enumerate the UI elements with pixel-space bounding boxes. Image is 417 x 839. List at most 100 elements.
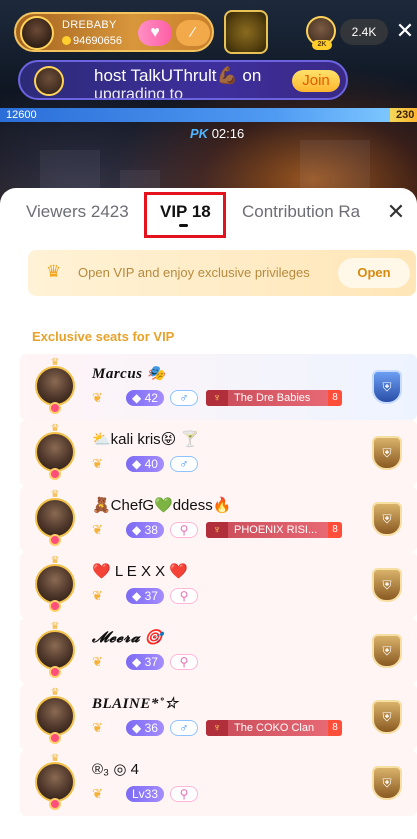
crown-icon: ♛ [46,262,62,281]
vip-row[interactable]: ♛ ⛅kali kris😝 🍸 ❦ ◆ 40 ♂ ⛨ [20,420,417,486]
avatar-frame[interactable]: ♛ [32,424,78,480]
follow-heart-button[interactable]: ♥ [138,20,172,46]
vip-rank-badge-icon: ⛨ [372,700,402,734]
fan-club-badge[interactable]: ♆ PHOENIX RISI... 8 [206,522,342,538]
gem-icon [49,798,61,810]
gem-icon [49,600,61,612]
gem-icon [49,732,61,744]
host-coins-value: 94690656 [73,35,122,47]
fan-club-level: 8 [328,522,342,538]
avatar-frame[interactable]: ♛ [32,556,78,612]
avatar-frame[interactable]: ♛ [32,688,78,744]
gender-badge: ⚲ [170,786,198,802]
pk-timer-value: 02:16 [211,126,245,141]
fan-club-badge[interactable]: ♆ The Dre Babies 8 [206,390,342,406]
tab-active-indicator [179,224,188,227]
vip-username[interactable]: 🧸ChefG💚ddess🔥 [92,496,231,514]
viewer-count-button[interactable]: 2.4K [340,19,388,45]
vip-wing-icon: ❦ [92,390,103,405]
banner-avatar [34,66,64,96]
avatar-frame[interactable]: ♛ [32,622,78,678]
gem-icon [49,402,61,414]
banner-text-line2: upgrading to [94,86,183,100]
pk-score-bar: 12600 230 [0,108,417,122]
tab-viewers[interactable]: Viewers 2423 [26,202,129,222]
sheet-close-button[interactable]: ✕ [384,200,408,224]
close-stream-button[interactable]: ✕ [394,18,416,44]
top-crown-badge[interactable] [224,10,268,54]
host-coins: 94690656 [62,35,122,47]
level-badge: ◆ 38 [126,522,164,538]
vip-username[interactable]: BLAINE*˚☆ [92,694,178,713]
tab-contribution[interactable]: Contribution Ra [242,202,364,222]
level-badge: ◆ 42 [126,390,164,406]
announcement-banner[interactable]: host TalkUThrult💪🏾 on upgrading to Join [18,60,348,100]
fan-club-icon: ♆ [206,522,228,538]
fan-club-level: 8 [328,390,342,406]
gem-icon [49,666,61,678]
fan-club-name: PHOENIX RISI... [234,524,318,536]
pk-left-score: 12600 [6,109,37,121]
vip-rank-badge-icon: ⛨ [372,634,402,668]
vip-row[interactable]: ♛ ❤️ L E X X ❤️ ❦ ◆ 37 ⚲ ⛨ [20,552,417,618]
pk-left-bar [0,108,390,122]
vip-row[interactable]: ♛ BLAINE*˚☆ ❦ ◆ 36 ♂ ♆ The COKO Clan 8 ⛨ [20,684,417,750]
avatar[interactable] [35,696,75,736]
host-avatar[interactable] [20,16,54,50]
gender-badge: ⚲ [170,522,198,538]
fan-badge-button[interactable]: ⁄ [176,20,210,46]
vip-rank-badge-icon: ⛨ [372,436,402,470]
avatar-frame[interactable]: ♛ [32,754,78,810]
section-title: Exclusive seats for VIP [32,329,175,344]
sheet-tabs: Viewers 2423 VIP 18 Contribution Ra ✕ [0,188,417,238]
avatar[interactable] [35,630,75,670]
vip-promo-banner[interactable]: ♛ Open VIP and enjoy exclusive privilege… [28,250,416,296]
fan-club-level: 8 [328,720,342,736]
vip-username[interactable]: Marcus 🎭 [92,364,166,383]
vip-row[interactable]: ♛ ®₃ ◎ 4 ❦ Lv33 ⚲ ⛨ [20,750,417,816]
vip-username[interactable]: ❤️ L E X X ❤️ [92,562,188,580]
fan-club-icon: ♆ [206,390,228,406]
coin-icon [62,36,71,45]
fan-club-name: The Dre Babies [234,392,311,404]
pk-label: PK [190,126,209,141]
vip-tab-highlight [144,192,226,238]
gender-badge: ♂ [170,390,198,406]
avatar-frame[interactable]: ♛ [32,358,78,414]
gem-icon [49,468,61,480]
vip-row[interactable]: ♛ Marcus 🎭 ❦ ◆ 42 ♂ ♆ The Dre Babies 8 ⛨ [20,354,417,420]
vip-username[interactable]: ⛅kali kris😝 🍸 [92,430,199,448]
avatar[interactable] [35,498,75,538]
host-name: DREBABY [62,19,117,31]
vip-rank-badge-icon: ⛨ [372,568,402,602]
vip-wing-icon: ❦ [92,522,103,537]
banner-join-button[interactable]: Join [292,70,340,92]
vip-rank-badge-icon: ⛨ [372,502,402,536]
gender-badge: ♂ [170,720,198,736]
vip-row[interactable]: ♛ 🧸ChefG💚ddess🔥 ❦ ◆ 38 ⚲ ♆ PHOENIX RISI... 8 ⛨ [20,486,417,552]
pk-right-score: 230 [396,109,415,121]
banner-text: host TalkUThrult💪🏾 on [94,66,262,85]
level-badge: ◆ 37 [126,588,164,604]
vip-promo-text: Open VIP and enjoy exclusive privileges [78,265,310,280]
gender-badge: ⚲ [170,654,198,670]
vip-wing-icon: ❦ [92,654,103,669]
vip-row[interactable]: ♛ 𝓜𝓮𝓮𝓻𝓪 🎯 ❦ ◆ 37 ⚲ ⛨ [20,618,417,684]
vip-wing-icon: ❦ [92,588,103,603]
avatar-frame[interactable]: ♛ [32,490,78,546]
avatar[interactable] [35,762,75,802]
avatar[interactable] [35,432,75,472]
open-vip-button[interactable]: Open [338,258,410,288]
fan-club-badge[interactable]: ♆ The COKO Clan 8 [206,720,342,736]
avatar[interactable] [35,564,75,604]
pk-timer: PK 02:16 [190,126,250,142]
vip-username[interactable]: 𝓜𝓮𝓮𝓻𝓪 🎯 [92,628,164,647]
host-info-pill[interactable]: DREBABY 94690656 ♥ ⁄ [14,12,214,52]
gender-badge: ⚲ [170,588,198,604]
vip-username[interactable]: ®₃ ◎ 4 [92,760,139,778]
avatar[interactable] [35,366,75,406]
level-badge: ◆ 37 [126,654,164,670]
vip-rank-badge-icon: ⛨ [372,766,402,800]
fan-club-name: The COKO Clan [234,722,315,734]
gender-badge: ♂ [170,456,198,472]
